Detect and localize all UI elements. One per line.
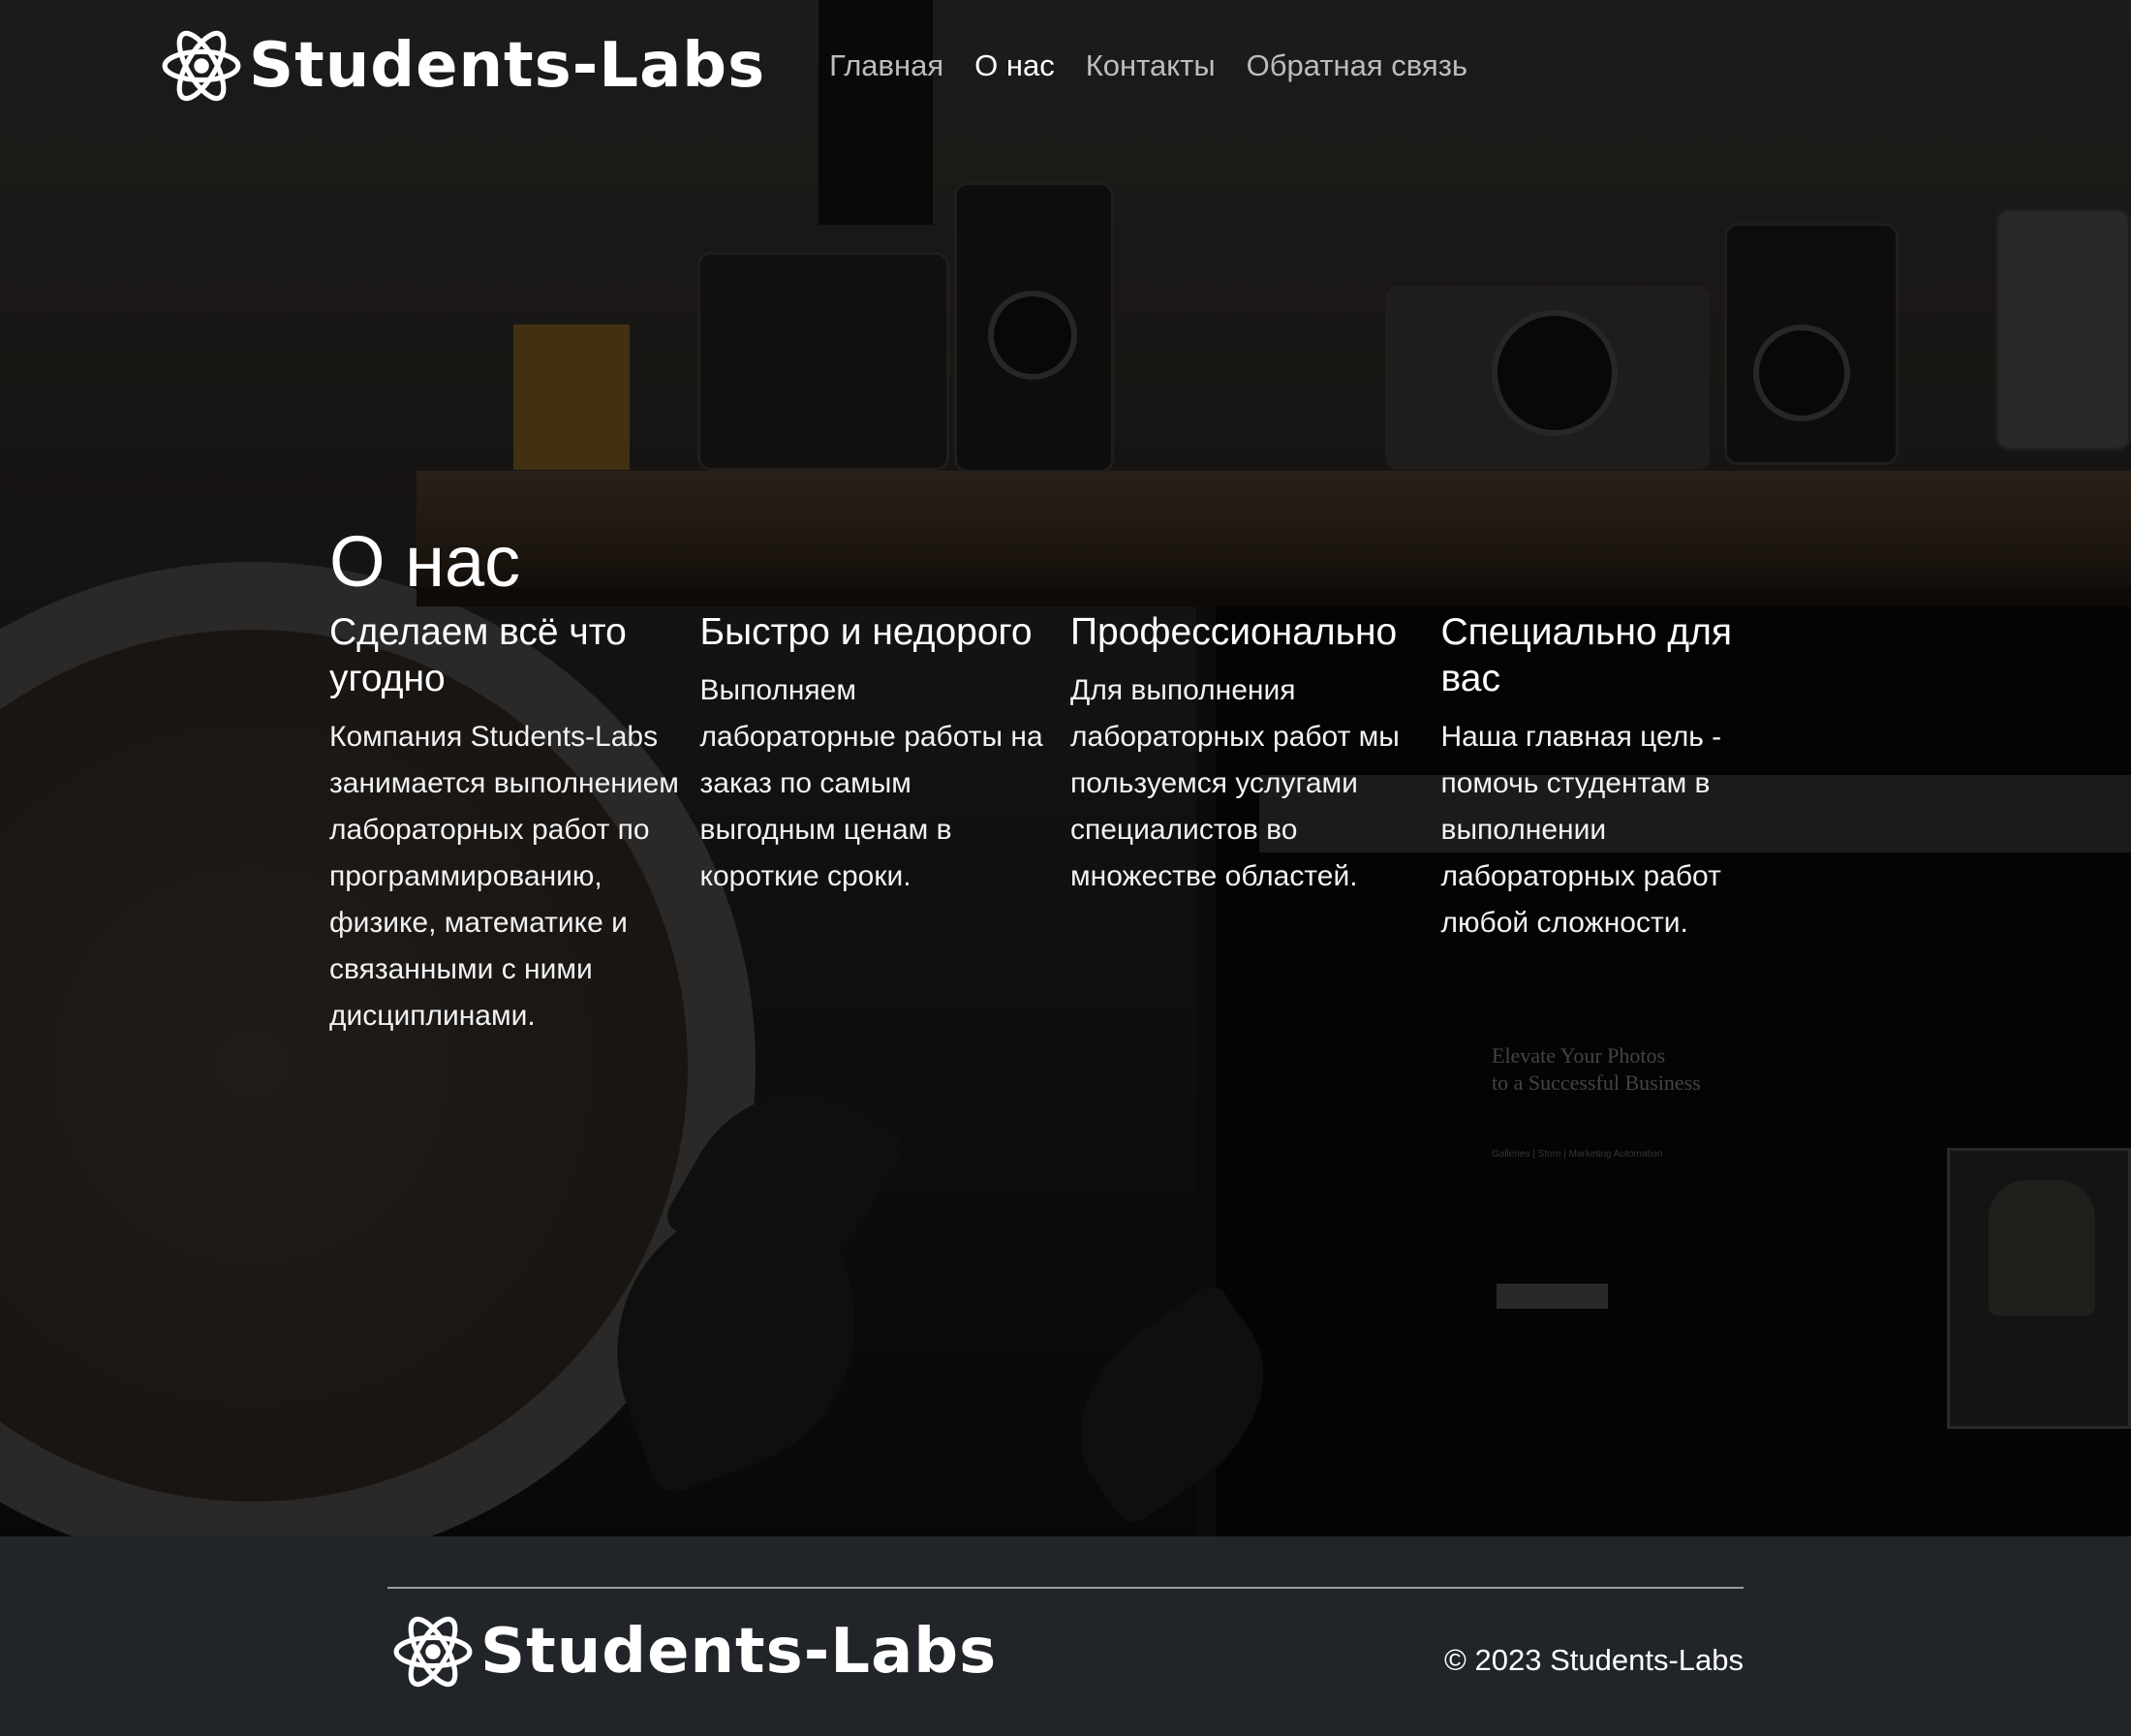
feature-text: Выполняем лабораторные работы на заказ п… (699, 674, 1043, 892)
feature-text: Для выполнения лабораторных работ мы пол… (1070, 674, 1400, 892)
main-navbar: Students-Labs Главная О нас Контакты Обр… (160, 19, 1483, 112)
feature-heading: Быстро и недорого (699, 611, 1033, 653)
footer-divider (387, 1587, 1744, 1589)
footer-copyright: © 2023 Students-Labs (1444, 1643, 1744, 1677)
site-footer: Students-Labs © 2023 Students-Labs (0, 1536, 2131, 1736)
nav-link-home[interactable]: Главная (814, 48, 959, 83)
nav-links: Главная О нас Контакты Обратная связь (814, 48, 1483, 83)
feature-heading: Сделаем всё что угодно (329, 611, 627, 699)
hero-section: Elevate Your Photos to a Successful Busi… (0, 0, 2131, 1536)
feature-heading: Профессионально (1070, 611, 1398, 653)
feature-column: Сделаем всё что угодно Компания Students… (329, 609, 700, 1039)
feature-column: Специально для вас Наша главная цель - п… (1441, 609, 1812, 1039)
footer-brand-name: Students-Labs (480, 1616, 998, 1688)
footer-brand-link[interactable]: Students-Labs (391, 1610, 997, 1693)
brand-link[interactable]: Students-Labs (160, 24, 765, 108)
feature-text: Компания Students-Labs занимается выполн… (329, 721, 679, 1032)
atom-icon (162, 30, 241, 102)
page-title: О нас (329, 521, 521, 602)
feature-column: Профессионально Для выполнения лаборатор… (1070, 609, 1441, 1039)
about-section: О нас Сделаем всё что угодно Компания St… (329, 518, 1811, 1039)
feature-column: Быстро и недорого Выполняем лабораторные… (700, 609, 1071, 1039)
nav-link-about[interactable]: О нас (959, 48, 1070, 83)
feature-text: Наша главная цель - помочь студентам в в… (1440, 721, 1722, 939)
brand-name: Students-Labs (249, 30, 766, 102)
atom-icon (393, 1616, 473, 1688)
feature-heading: Специально для вас (1440, 611, 1733, 699)
feature-columns: Сделаем всё что угодно Компания Students… (329, 609, 1811, 1039)
nav-link-feedback[interactable]: Обратная связь (1231, 48, 1483, 83)
nav-link-contacts[interactable]: Контакты (1070, 48, 1231, 83)
